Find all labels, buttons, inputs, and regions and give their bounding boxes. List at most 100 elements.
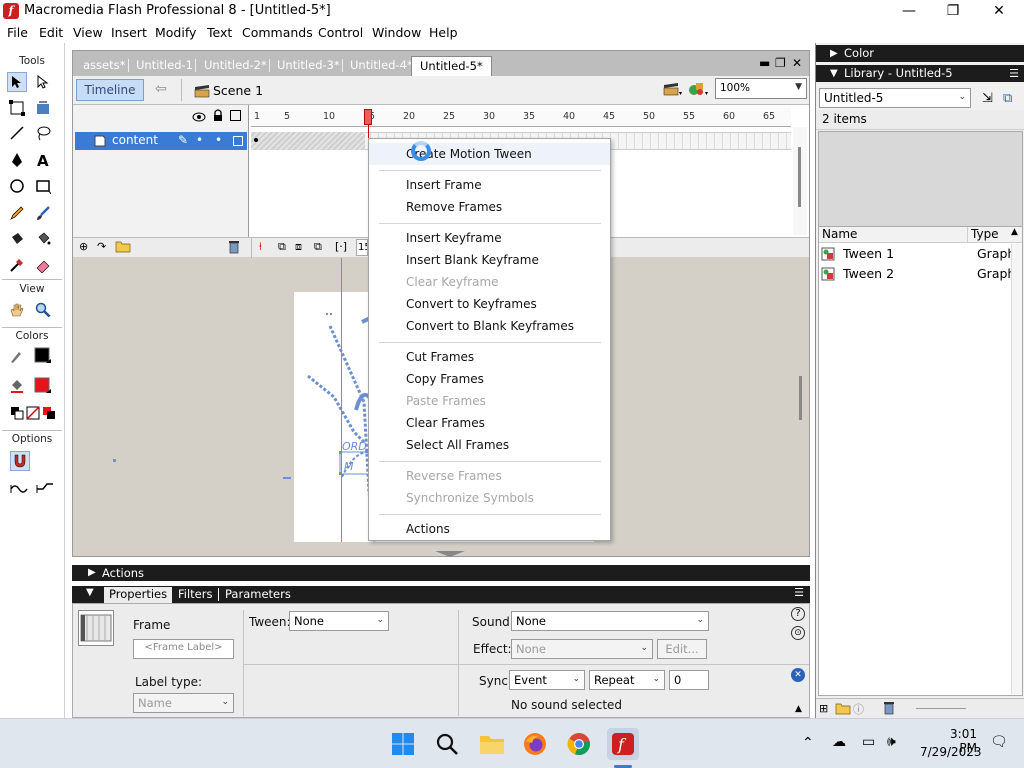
fill-transform-tool-icon[interactable] — [33, 98, 53, 118]
color-panel-header[interactable]: ▶ Color — [816, 45, 1024, 62]
collapse-arrow-icon[interactable]: ▼ — [86, 587, 94, 598]
line-tool-icon[interactable] — [7, 123, 27, 143]
scroll-thumb[interactable] — [798, 147, 801, 207]
menu-help[interactable]: Help — [429, 25, 458, 40]
sort-arrow-icon[interactable]: ▲ — [1011, 227, 1018, 237]
snap-to-objects-icon[interactable] — [10, 451, 30, 471]
zoom-tool-icon[interactable] — [33, 300, 53, 320]
pencil-tool-icon[interactable] — [7, 203, 27, 223]
lock-icon[interactable] — [213, 109, 223, 125]
menu-window[interactable]: Window — [372, 25, 421, 40]
menu-create-motion-tween[interactable]: Create Motion Tween — [369, 143, 610, 165]
zoom-select[interactable]: 100% ▼ — [715, 78, 807, 99]
tab-properties[interactable]: Properties — [104, 587, 173, 603]
menu-file[interactable]: File — [7, 25, 28, 40]
show-hidden-icons-icon[interactable]: ⌃ — [802, 735, 814, 751]
layer-outline-box[interactable] — [233, 136, 243, 146]
playhead[interactable] — [364, 109, 372, 125]
cloud-offline-icon[interactable]: ☁ — [832, 734, 846, 750]
library-item[interactable]: Tween 2 Graph — [819, 264, 1015, 284]
chrome-icon[interactable] — [563, 728, 595, 760]
sound-select[interactable]: None ⌄ — [511, 611, 709, 631]
straighten-option-icon[interactable] — [35, 479, 55, 499]
insert-folder-icon[interactable] — [115, 239, 131, 256]
frame-span[interactable] — [251, 132, 365, 150]
free-transform-tool-icon[interactable] — [7, 98, 27, 118]
library-panel-header[interactable]: ▼ Library - Untitled-5 ☰ — [816, 65, 1024, 82]
menu-modify[interactable]: Modify — [155, 25, 196, 40]
tab-assets[interactable]: assets* — [83, 56, 125, 76]
maximize-button[interactable]: ❐ — [930, 0, 976, 22]
show-hide-eye-icon[interactable] — [192, 111, 206, 125]
properties-icon[interactable]: ⓘ — [853, 701, 864, 717]
timeline-ruler[interactable]: 1 5 10 15 20 25 30 35 40 45 50 55 60 65 — [251, 107, 791, 127]
firefox-icon[interactable] — [519, 728, 551, 760]
doc-close-icon[interactable]: ✕ — [792, 56, 802, 70]
lasso-tool-icon[interactable] — [33, 123, 53, 143]
menu-actions[interactable]: Actions — [369, 518, 610, 540]
library-document-select[interactable]: Untitled-5 ⌄ — [819, 88, 971, 108]
stroke-color-swatch[interactable] — [33, 346, 53, 366]
pen-tool-icon[interactable] — [7, 150, 27, 170]
panel-menu-icon[interactable]: ☰ — [794, 586, 804, 599]
pin-library-icon[interactable]: ⇲ — [982, 91, 993, 106]
timeline-vscroll[interactable] — [793, 127, 807, 235]
effect-select[interactable]: None ⌄ — [511, 639, 653, 659]
frame-label-input[interactable]: <Frame Label> — [133, 639, 234, 659]
menu-copy-frames[interactable]: Copy Frames — [369, 368, 610, 390]
hand-tool-icon[interactable] — [7, 300, 27, 320]
stage-vscroll-thumb[interactable] — [799, 376, 802, 420]
doc-minimize-icon[interactable]: ▬ — [759, 56, 770, 70]
onion-skin-icon[interactable]: ⧉ — [278, 240, 286, 254]
new-library-panel-icon[interactable]: ⧉ — [1003, 91, 1012, 106]
oval-tool-icon[interactable] — [7, 176, 27, 196]
tab-untitled-4[interactable]: Untitled-4* — [350, 56, 413, 76]
doc-restore-icon[interactable]: ❐ — [775, 56, 786, 70]
menu-select-all-frames[interactable]: Select All Frames — [369, 434, 610, 456]
timeline-toggle-button[interactable]: Timeline — [76, 79, 144, 101]
menu-insert-blank-keyframe[interactable]: Insert Blank Keyframe — [369, 249, 610, 271]
label-type-select[interactable]: Name ⌄ — [133, 693, 234, 713]
outline-toggle-icon[interactable] — [230, 110, 241, 121]
clock-date[interactable]: 7/29/2023 — [920, 745, 982, 759]
tween-select[interactable]: None ⌄ — [289, 611, 389, 631]
menu-insert-frame[interactable]: Insert Frame — [369, 174, 610, 196]
close-button[interactable]: ✕ — [976, 0, 1022, 22]
selection-tool-icon[interactable] — [7, 72, 27, 92]
edit-multiple-frames-icon[interactable]: ⧉ — [314, 240, 322, 254]
library-vscroll[interactable] — [1011, 244, 1022, 694]
file-explorer-icon[interactable] — [476, 728, 508, 760]
layer-visible-dot[interactable]: • — [196, 133, 203, 147]
menu-text[interactable]: Text — [207, 25, 232, 40]
layer-row[interactable]: content ✎ • • — [75, 132, 247, 150]
network-icon[interactable]: ▭ — [862, 734, 875, 750]
keyframe-dot[interactable] — [254, 138, 258, 142]
edit-symbols-icon[interactable] — [687, 80, 709, 101]
edit-sound-button[interactable]: Edit... — [657, 639, 707, 659]
minimize-button[interactable]: — — [886, 0, 932, 22]
flash-taskbar-icon[interactable]: f — [607, 728, 639, 760]
swap-colors-icon[interactable] — [39, 403, 59, 423]
collapse-panel-icon[interactable]: ▲ — [795, 704, 802, 714]
column-type[interactable]: Type — [971, 227, 999, 241]
volume-icon[interactable]: 🕪 — [887, 734, 896, 750]
center-frame-icon[interactable]: ⍿ — [259, 240, 262, 254]
onion-outlines-icon[interactable]: ⧈ — [295, 240, 302, 254]
layer-lock-dot[interactable]: • — [215, 133, 222, 147]
menu-convert-to-keyframes[interactable]: Convert to Keyframes — [369, 293, 610, 315]
modify-markers-icon[interactable]: [·] — [335, 240, 347, 253]
subselection-tool-icon[interactable] — [33, 72, 53, 92]
delete-layer-icon[interactable] — [227, 240, 241, 257]
menu-clear-frames[interactable]: Clear Frames — [369, 412, 610, 434]
library-hscroll[interactable] — [916, 708, 966, 709]
stage-collapse-arrow-icon[interactable] — [435, 551, 465, 557]
new-folder-icon[interactable] — [835, 701, 851, 718]
tab-untitled-5[interactable]: Untitled-5* — [411, 56, 492, 76]
paint-bucket-tool-icon[interactable] — [33, 229, 53, 249]
fill-color-swatch[interactable] — [33, 376, 53, 396]
menu-insert[interactable]: Insert — [111, 25, 147, 40]
edit-envelope-icon[interactable]: ✕ — [791, 668, 805, 682]
tab-untitled-2[interactable]: Untitled-2* — [204, 56, 267, 76]
library-item[interactable]: Tween 1 Graph — [819, 244, 1015, 264]
tab-filters[interactable]: Filters — [178, 587, 212, 603]
